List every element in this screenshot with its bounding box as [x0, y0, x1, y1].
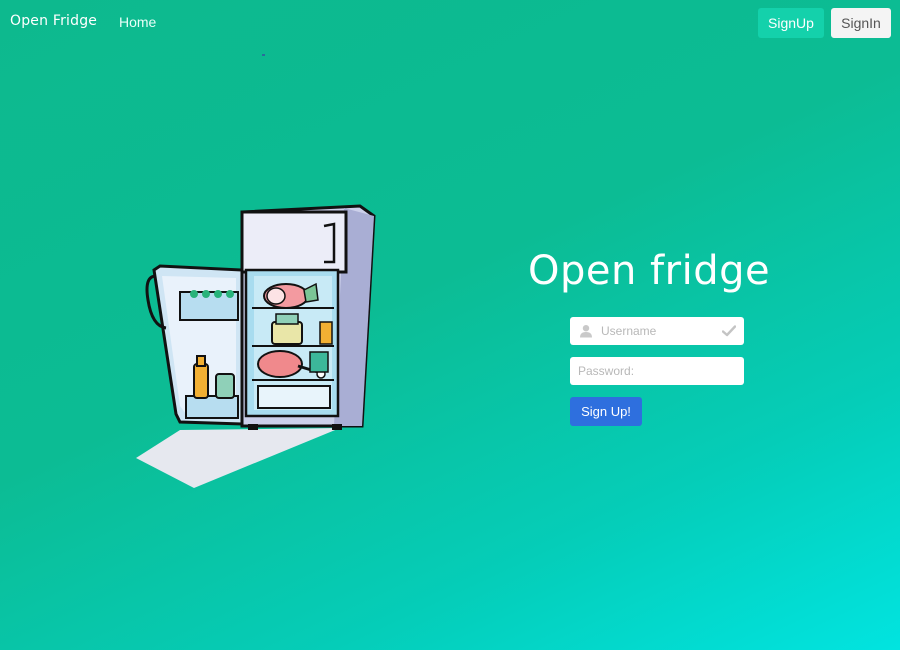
password-field-wrapper	[570, 357, 744, 385]
brand-logo[interactable]: Open Fridge	[10, 13, 97, 29]
username-field-wrapper	[570, 317, 744, 345]
check-icon	[722, 325, 736, 337]
user-icon	[580, 325, 592, 338]
decorative-dot	[262, 54, 265, 56]
username-input[interactable]	[601, 317, 721, 345]
signup-button[interactable]: SignUp	[758, 8, 824, 38]
sign-up-submit-button[interactable]: Sign Up!	[570, 397, 642, 426]
fridge-illustration	[136, 204, 376, 488]
password-input[interactable]	[578, 357, 738, 385]
nav-home-link[interactable]: Home	[119, 14, 156, 30]
signin-button[interactable]: SignIn	[831, 8, 891, 38]
page-title: Open fridge	[528, 248, 771, 294]
top-navbar: Open Fridge Home SignUp SignIn	[0, 0, 900, 46]
